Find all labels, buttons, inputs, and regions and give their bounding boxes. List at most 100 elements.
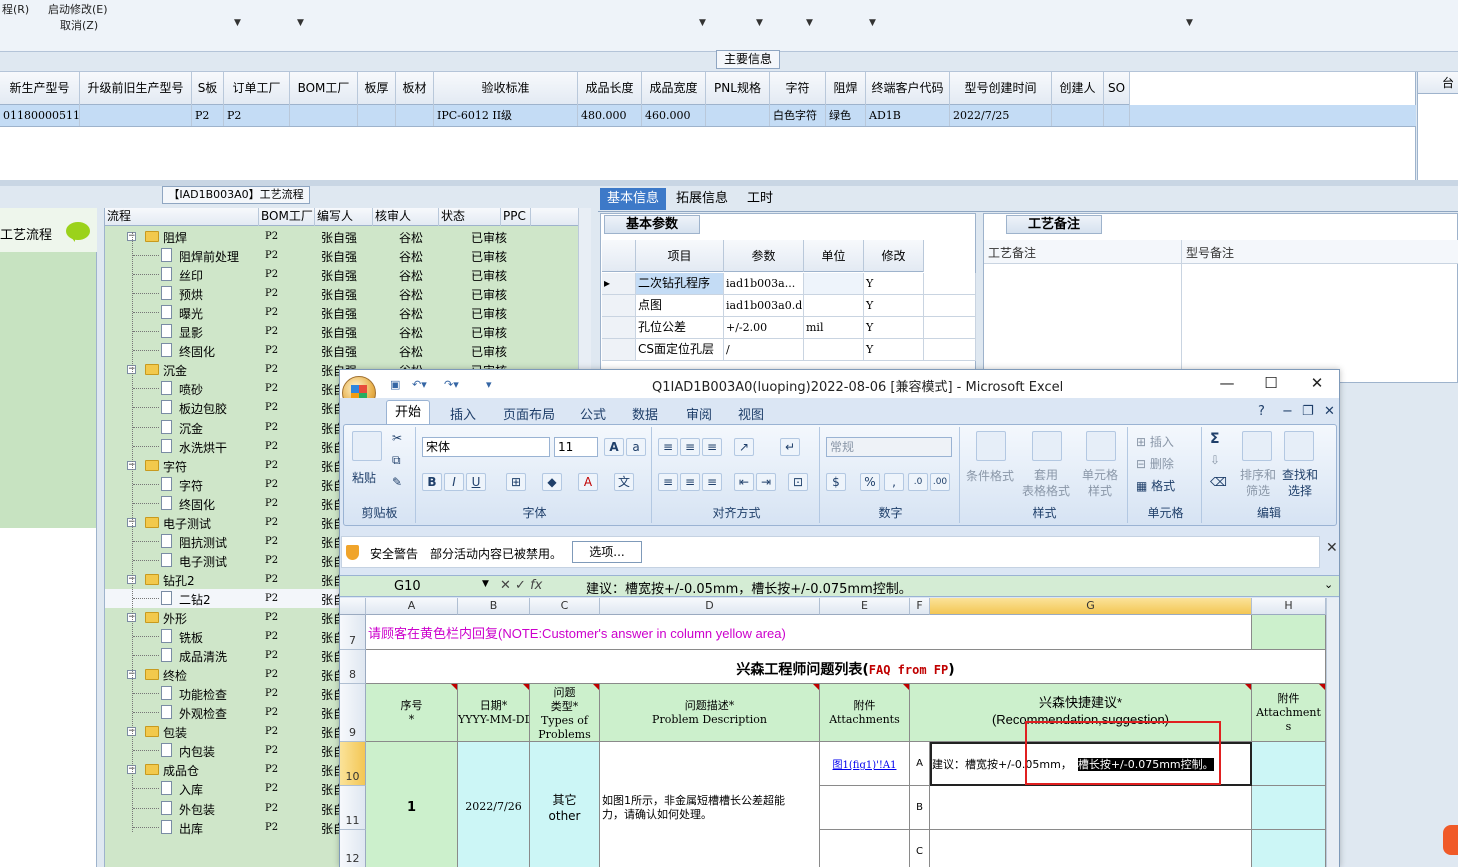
dropdown-arrow-icon[interactable]: ▼ xyxy=(234,18,241,28)
ribbon-minimize-icon[interactable]: − xyxy=(1282,404,1293,419)
ribbon-restore-icon[interactable]: ❐ xyxy=(1302,404,1314,419)
cell-styles-button[interactable]: 单元格 样式 xyxy=(1082,467,1118,499)
header-seq[interactable]: 序号 * xyxy=(366,684,458,742)
grid-column-header[interactable]: 字符 xyxy=(770,72,826,105)
cell-option-c[interactable]: C xyxy=(910,830,930,867)
decrease-indent-icon[interactable]: ⇤ xyxy=(734,473,754,491)
row-header[interactable]: 11 xyxy=(340,786,366,830)
menu-item-process[interactable]: 程(R) xyxy=(2,1,29,17)
grid-cell[interactable]: 白色字符 xyxy=(770,105,826,126)
cell-e7[interactable] xyxy=(820,615,1252,650)
param-value[interactable]: +/-2.00 xyxy=(724,317,804,338)
paste-icon[interactable] xyxy=(352,431,382,461)
maximize-icon[interactable]: ☐ xyxy=(1260,374,1282,392)
nav-item-process-flow[interactable]: 工艺流程 xyxy=(0,224,52,243)
cell-styles-icon[interactable] xyxy=(1086,431,1116,461)
underline-icon[interactable]: U xyxy=(466,473,486,491)
tab-review[interactable]: 审阅 xyxy=(686,404,712,423)
cell-h10[interactable] xyxy=(1252,742,1326,786)
grid-column-header[interactable]: 板厚 xyxy=(358,72,396,105)
cell-seq[interactable]: 1 xyxy=(366,742,458,867)
param-column-header[interactable]: 修改 xyxy=(864,240,924,272)
tab-work-hours[interactable]: 工时 xyxy=(747,188,773,209)
fill-icon[interactable]: ⇩ xyxy=(1210,453,1220,467)
copy-icon[interactable]: ⧉ xyxy=(392,453,401,468)
row-selector[interactable] xyxy=(602,339,636,360)
phonetic-icon[interactable]: 文 xyxy=(614,473,634,491)
menu-item-start-edit[interactable]: 启动修改(E) xyxy=(48,1,108,17)
minimize-icon[interactable]: — xyxy=(1216,374,1238,392)
grid-cell[interactable]: 2022/7/25 xyxy=(950,105,1052,126)
grid-cell[interactable] xyxy=(1052,105,1104,126)
italic-icon[interactable]: I xyxy=(444,473,464,491)
grid-column-header[interactable]: 升级前旧生产型号 xyxy=(80,72,192,105)
security-options-button[interactable]: 选项... xyxy=(572,541,642,563)
font-name-select[interactable]: 宋体 xyxy=(422,437,550,457)
grid-column-header[interactable]: 型号创建时间 xyxy=(950,72,1052,105)
clear-icon[interactable]: ⌫ xyxy=(1210,475,1227,489)
cell-option-b[interactable]: B xyxy=(910,786,930,830)
tree-column-header[interactable]: 流程 xyxy=(105,208,259,226)
fill-color-icon[interactable]: ◆ xyxy=(542,473,562,491)
dropdown-arrow-icon[interactable]: ▼ xyxy=(297,18,304,28)
expand-formula-icon[interactable]: ⌄ xyxy=(1324,578,1333,591)
table-row[interactable]: CS面定位孔层 / Y xyxy=(602,339,976,361)
tree-column-header[interactable]: 编写人 xyxy=(315,208,373,226)
param-modified[interactable]: Y xyxy=(864,317,924,338)
param-unit[interactable] xyxy=(804,339,864,360)
param-unit[interactable]: mil xyxy=(804,317,864,338)
dropdown-arrow-icon[interactable]: ▼ xyxy=(756,18,763,28)
shrink-font-icon[interactable]: a xyxy=(626,438,646,456)
align-left-icon[interactable]: ≡ xyxy=(658,473,678,491)
grid-cell[interactable] xyxy=(706,105,770,126)
column-header[interactable]: B xyxy=(458,598,530,615)
tree-row[interactable]: 终固化 P2 张自强 谷松 已审核 xyxy=(105,341,581,360)
tree-row[interactable]: 曝光 P2 张自强 谷松 已审核 xyxy=(105,303,581,322)
delete-cells-button[interactable]: ⊟ 删除 xyxy=(1136,455,1174,472)
orientation-icon[interactable]: ↗ xyxy=(734,438,754,456)
header-date[interactable]: 日期* YYYY-MM-DD xyxy=(458,684,530,742)
enter-icon[interactable]: ✓ xyxy=(515,578,526,593)
tab-formulas[interactable]: 公式 xyxy=(580,404,606,423)
header-attach[interactable]: 附件 Attachments xyxy=(820,684,910,742)
param-modified[interactable]: Y xyxy=(864,295,924,316)
percent-icon[interactable]: % xyxy=(860,473,880,491)
cell-h12[interactable] xyxy=(1252,830,1326,867)
undo-icon[interactable]: ↶▾ xyxy=(412,378,427,391)
column-header[interactable]: E xyxy=(820,598,910,615)
tab-data[interactable]: 数据 xyxy=(632,404,658,423)
cell-attach[interactable] xyxy=(820,786,910,830)
customize-toolbar-icon[interactable]: ▾ xyxy=(486,378,492,391)
grid-column-header[interactable]: PNL规格 xyxy=(706,72,770,105)
cell-h11[interactable] xyxy=(1252,786,1326,830)
font-size-select[interactable]: 11 xyxy=(554,437,598,457)
cell-date[interactable]: 2022/7/26 xyxy=(458,742,530,867)
column-header[interactable]: A xyxy=(366,598,458,615)
font-color-icon[interactable]: A xyxy=(578,473,598,491)
grid-cell[interactable]: P2 xyxy=(224,105,290,126)
paste-button[interactable]: 粘贴 xyxy=(352,469,376,486)
save-icon[interactable]: ▣ xyxy=(390,378,400,391)
attachment-link[interactable]: 图1(fig1)'!A1 xyxy=(820,756,909,771)
format-cells-button[interactable]: ▦ 格式 xyxy=(1136,477,1175,494)
grid-column-header[interactable]: 创建人 xyxy=(1052,72,1104,105)
sort-filter-icon[interactable] xyxy=(1242,431,1272,461)
row-header[interactable]: 7 xyxy=(340,615,366,650)
column-header[interactable]: D xyxy=(600,598,820,615)
redo-icon[interactable]: ↷▾ xyxy=(444,378,459,391)
format-as-table-button[interactable]: 套用 表格格式 xyxy=(1022,467,1070,499)
cell-a8[interactable]: 兴森工程师问题列表(FAQ from FP) xyxy=(366,650,1326,684)
param-column-header[interactable]: 单位 xyxy=(804,240,864,272)
grid-column-header[interactable]: 订单工厂 xyxy=(224,72,290,105)
menu-item-cancel[interactable]: 取消(Z) xyxy=(60,17,98,33)
table-row[interactable]: 01180000511​8 P2 P2 IPC-6012 II级 480.000 460.… xyxy=(0,105,1416,127)
grid-column-header[interactable]: 板材 xyxy=(396,72,434,105)
grid-cell[interactable] xyxy=(358,105,396,126)
dropdown-arrow-icon[interactable]: ▼ xyxy=(1186,18,1193,28)
cell-g12[interactable] xyxy=(930,830,1252,867)
table-row[interactable]: 孔位公差 +/-2.00 mil Y xyxy=(602,317,976,339)
grid-column-header[interactable]: 终端客户代码 xyxy=(866,72,950,105)
comma-icon[interactable]: , xyxy=(884,473,904,491)
header-type[interactable]: 问题 类型* Types of Problems xyxy=(530,684,600,742)
tree-row[interactable]: − 阻焊 P2 张自强 谷松 已审核 xyxy=(105,227,581,246)
